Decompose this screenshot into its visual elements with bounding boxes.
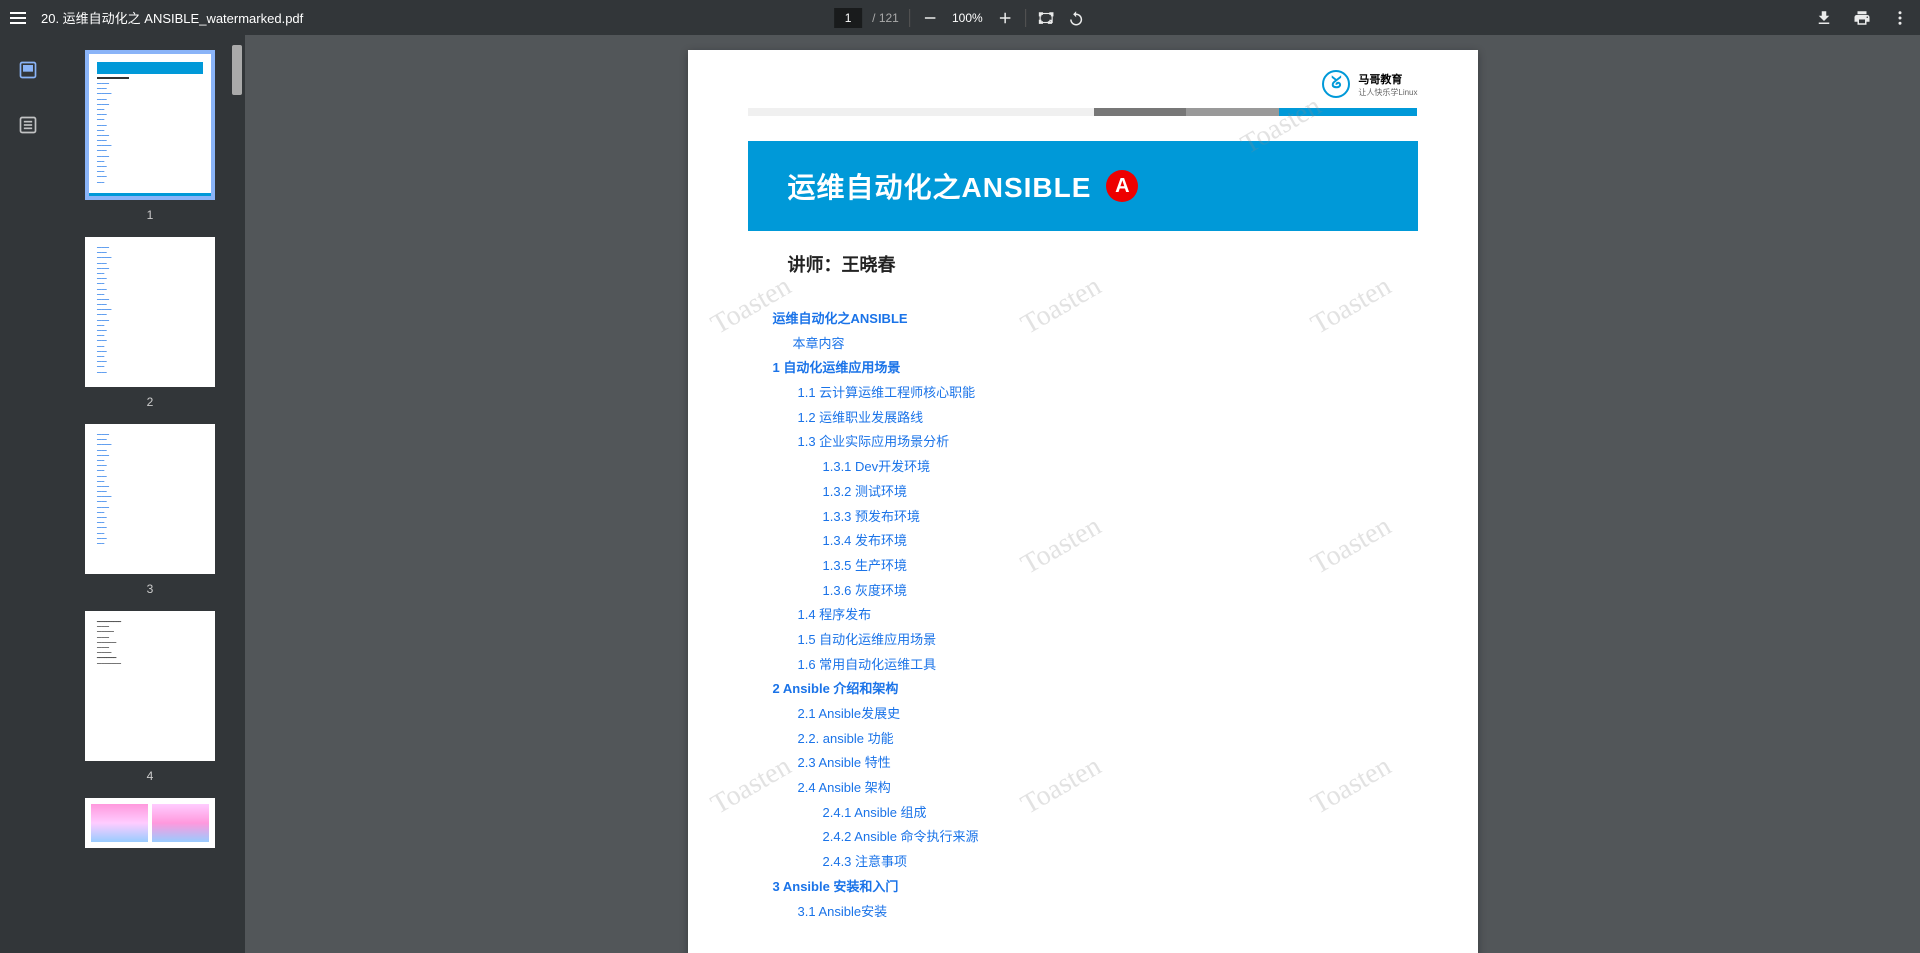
thumbnails-panel[interactable]: ━━━━━━━━━━━━━━━━━━━━━━━━━━━━━━━━━━━━━━━━… (55, 35, 245, 953)
thumbnail-number: 2 (85, 395, 215, 409)
instructor-label: 讲师：王晓春 (788, 251, 1418, 277)
outline-view-button[interactable] (18, 115, 38, 140)
pdf-toolbar: 20. 运维自动化之 ANSIBLE_watermarked.pdf / 121… (0, 0, 1920, 35)
pdf-page: Toasten Toasten Toasten Toasten Toasten … (688, 50, 1478, 953)
toc-link[interactable]: 1.3.5 生产环境 (773, 554, 1418, 579)
document-filename: 20. 运维自动化之 ANSIBLE_watermarked.pdf (41, 8, 303, 27)
brand-name: 马哥教育 (1358, 71, 1417, 87)
thumbnail-3[interactable]: ━━━━━━━━━━━━━━━━━━━━━━━━━━━━━━━━━━━━━━━━… (85, 424, 215, 574)
divider (1025, 9, 1026, 27)
toc-link[interactable]: 本章内容 (773, 332, 1418, 357)
toc-link[interactable]: 2.4.1 Ansible 组成 (773, 801, 1418, 826)
toc-link[interactable]: 1.3 企业实际应用场景分析 (773, 430, 1418, 455)
decorative-stripe (748, 108, 1418, 116)
table-of-contents: 运维自动化之ANSIBLE本章内容1 自动化运维应用场景1.1 云计算运维工程师… (748, 307, 1418, 924)
thumbnails-view-button[interactable] (18, 60, 38, 85)
scrollbar-thumb[interactable] (232, 45, 242, 95)
brand-subtitle: 让人快乐学Linux (1358, 87, 1417, 98)
print-button[interactable] (1852, 8, 1872, 28)
zoom-in-button[interactable] (995, 8, 1015, 28)
zoom-out-button[interactable] (920, 8, 940, 28)
thumbnail-2[interactable]: ━━━━━━━━━━━━━━━━━━━━━━━━━━━━━━━━━━━━━━━━… (85, 237, 215, 387)
zoom-level: 100% (950, 11, 985, 25)
rotate-button[interactable] (1066, 8, 1086, 28)
thumbnail-item[interactable]: ━━━━━━━━━━━━━━━━━━━━━━━━━━━━━━━━━━━━━━━━… (85, 237, 215, 409)
toc-link[interactable]: 1.3.6 灰度环境 (773, 579, 1418, 604)
brand-row: ᘜ 马哥教育 让人快乐学Linux (748, 70, 1418, 98)
thumbnail-number: 1 (85, 208, 215, 222)
toc-link[interactable]: 1.3.1 Dev开发环境 (773, 455, 1418, 480)
toc-link[interactable]: 2 Ansible 介绍和架构 (773, 677, 1418, 702)
thumbnail-1[interactable]: ━━━━━━━━━━━━━━━━━━━━━━━━━━━━━━━━━━━━━━━━… (85, 50, 215, 200)
brand-logo-icon: ᘜ (1322, 70, 1350, 98)
thumbnail-5[interactable] (85, 798, 215, 848)
toc-link[interactable]: 1.3.4 发布环境 (773, 529, 1418, 554)
toc-link[interactable]: 1.6 常用自动化运维工具 (773, 653, 1418, 678)
toc-link[interactable]: 运维自动化之ANSIBLE (773, 307, 1418, 332)
fit-page-button[interactable] (1036, 8, 1056, 28)
thumbnail-number: 3 (85, 582, 215, 596)
toc-link[interactable]: 1 自动化运维应用场景 (773, 356, 1418, 381)
page-total: / 121 (872, 11, 899, 25)
thumbnail-item[interactable]: ━━━━━━━━━━━━━━━━━━━━━━━━━━━━━━━━━━━━━━━━… (85, 611, 215, 783)
thumbnail-item[interactable] (85, 798, 215, 848)
toc-link[interactable]: 2.4.3 注意事项 (773, 850, 1418, 875)
thumbnail-item[interactable]: ━━━━━━━━━━━━━━━━━━━━━━━━━━━━━━━━━━━━━━━━… (85, 424, 215, 596)
more-options-button[interactable] (1890, 8, 1910, 28)
toc-link[interactable]: 2.1 Ansible发展史 (773, 702, 1418, 727)
toc-link[interactable]: 2.4 Ansible 架构 (773, 776, 1418, 801)
toc-link[interactable]: 2.2. ansible 功能 (773, 727, 1418, 752)
download-button[interactable] (1814, 8, 1834, 28)
document-viewer[interactable]: Toasten Toasten Toasten Toasten Toasten … (245, 35, 1920, 953)
sidebar-tools (0, 35, 55, 953)
thumbnail-number: 4 (85, 769, 215, 783)
toc-link[interactable]: 3.1 Ansible安装 (773, 900, 1418, 925)
thumbnail-item[interactable]: ━━━━━━━━━━━━━━━━━━━━━━━━━━━━━━━━━━━━━━━━… (85, 50, 215, 222)
menu-icon[interactable] (10, 12, 26, 24)
toc-link[interactable]: 1.5 自动化运维应用场景 (773, 628, 1418, 653)
thumbnail-4[interactable]: ━━━━━━━━━━━━━━━━━━━━━━━━━━━━━━━━━━━━━━━━… (85, 611, 215, 761)
page-number-input[interactable] (834, 8, 862, 28)
toc-link[interactable]: 2.3 Ansible 特性 (773, 751, 1418, 776)
divider (909, 9, 910, 27)
ansible-logo-icon: A (1106, 170, 1138, 202)
toc-link[interactable]: 1.3.2 测试环境 (773, 480, 1418, 505)
document-title: 运维自动化之ANSIBLE (788, 166, 1092, 206)
toc-link[interactable]: 1.3.3 预发布环境 (773, 505, 1418, 530)
toc-link[interactable]: 3 Ansible 安装和入门 (773, 875, 1418, 900)
toc-link[interactable]: 1.4 程序发布 (773, 603, 1418, 628)
toc-link[interactable]: 1.1 云计算运维工程师核心职能 (773, 381, 1418, 406)
toc-link[interactable]: 1.2 运维职业发展路线 (773, 406, 1418, 431)
title-banner: 运维自动化之ANSIBLE A (748, 141, 1418, 231)
toc-link[interactable]: 2.4.2 Ansible 命令执行来源 (773, 825, 1418, 850)
